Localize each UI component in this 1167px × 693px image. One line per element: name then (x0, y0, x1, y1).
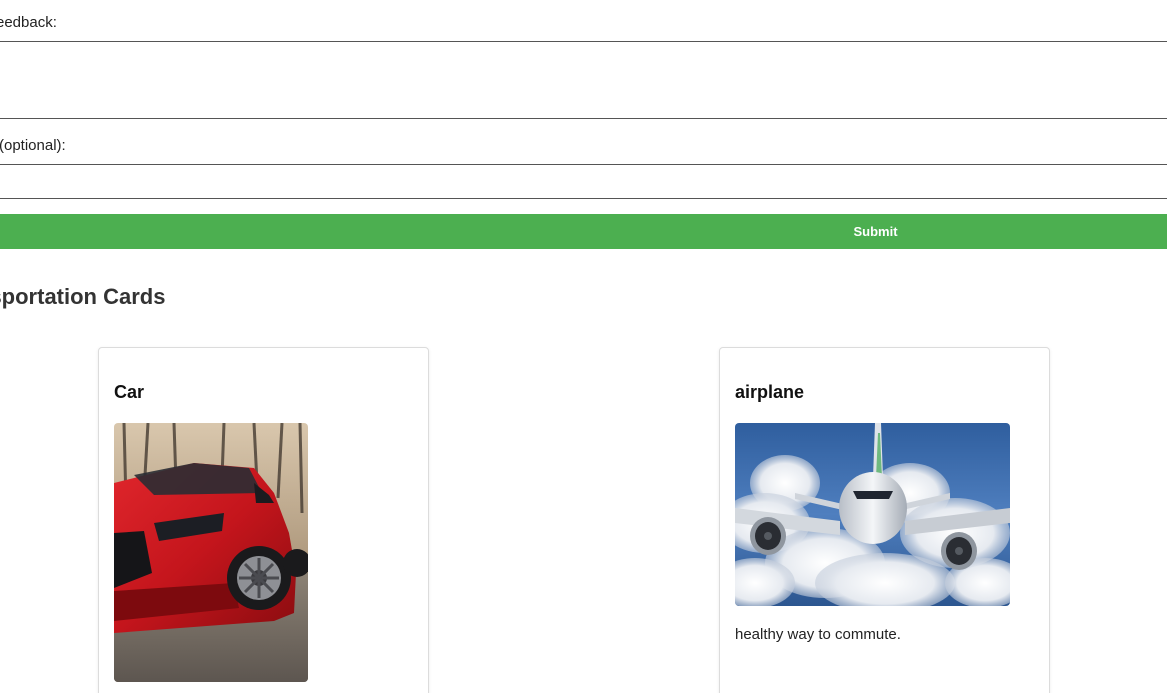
page: eedback: (optional): Submit nsportation … (0, 0, 1167, 693)
optional-input[interactable] (0, 164, 1167, 199)
optional-label: (optional): (0, 137, 66, 154)
card-description: healthy way to commute. (735, 626, 901, 643)
card-image-airplane (735, 423, 1010, 606)
card-airplane: airplane healthy way to commute. (719, 347, 1050, 693)
feedback-label: eedback: (0, 14, 57, 31)
card-title: Car (114, 382, 145, 402)
submit-button[interactable]: Submit (0, 214, 1167, 249)
card-title: airplane (735, 382, 805, 402)
card-car: Car (98, 347, 429, 693)
feedback-textarea[interactable] (0, 41, 1167, 119)
card-image-car (114, 423, 308, 682)
section-heading: nsportation Cards (0, 284, 166, 309)
